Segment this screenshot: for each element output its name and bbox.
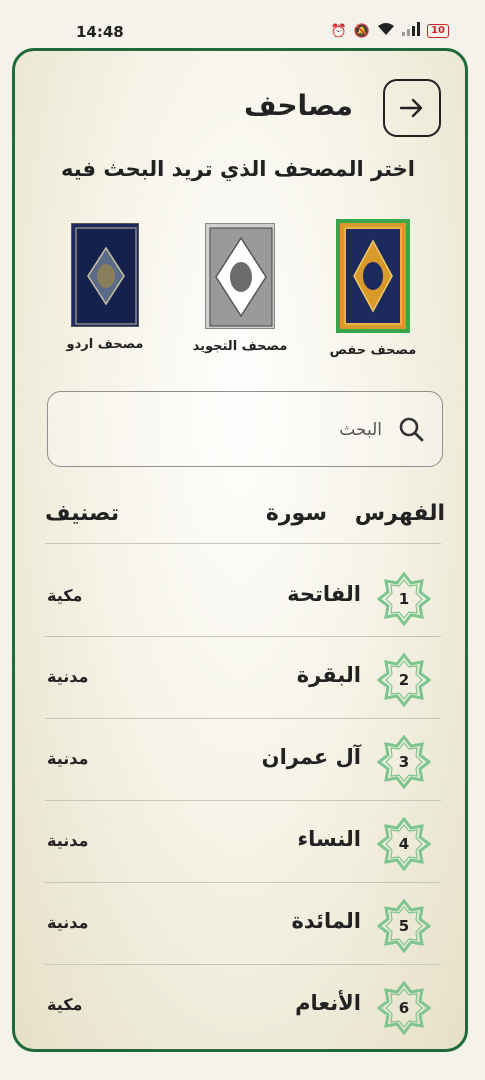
- page-subtitle: اختر المصحف الذي تريد البحث فيه: [60, 157, 415, 181]
- arrow-right-icon: [399, 98, 423, 118]
- table-row[interactable]: 4 النساء مدنية: [45, 799, 441, 881]
- battery-icon: 10: [427, 24, 449, 38]
- column-surah: سورة: [265, 501, 327, 526]
- column-index: الفهرس: [354, 501, 445, 526]
- surah-number: 5: [398, 917, 410, 935]
- surah-number: 6: [398, 999, 410, 1017]
- status-time: 14:48: [76, 23, 124, 41]
- surah-type: مكية: [47, 586, 83, 605]
- surah-number: 4: [398, 835, 410, 853]
- surah-name: الفاتحة: [287, 582, 361, 606]
- signal-icon: [402, 22, 421, 40]
- surah-number: 2: [398, 671, 410, 689]
- book-tajweed[interactable]: مصحف التجويد: [185, 223, 295, 354]
- table-row[interactable]: 5 المائدة مدنية: [45, 881, 441, 963]
- surah-name: النساء: [297, 827, 361, 851]
- alarm-icon: ⏰: [330, 23, 347, 39]
- book-cover-tajweed: [205, 223, 275, 329]
- table-row[interactable]: 1 الفاتحة مكية: [45, 554, 441, 636]
- surah-type: مدنية: [47, 749, 89, 768]
- surah-type: مدنية: [47, 667, 89, 686]
- surah-type: مدنية: [47, 831, 89, 850]
- book-urdu[interactable]: مصحف اردو: [55, 223, 155, 352]
- surah-name: الأنعام: [295, 991, 361, 1015]
- surah-name: البقرة: [296, 663, 361, 687]
- book-label: مصحف حفص: [329, 343, 417, 358]
- book-cover-urdu: [71, 223, 139, 327]
- column-type: تصنيف: [45, 501, 120, 526]
- book-hafs[interactable]: مصحف حفص: [323, 219, 423, 358]
- status-icons: ⏰ 🔕 10: [331, 22, 449, 40]
- divider: [45, 543, 441, 544]
- surah-name: آل عمران: [261, 745, 361, 769]
- surah-type: مدنية: [47, 913, 89, 932]
- table-row[interactable]: 2 البقرة مدنية: [45, 635, 441, 717]
- wifi-icon: [377, 22, 395, 40]
- mute-icon: 🔕: [353, 23, 371, 39]
- main-card: مصاحف اختر المصحف الذي تريد البحث فيه مص…: [12, 48, 468, 1052]
- book-cover-hafs: [336, 219, 410, 333]
- back-button[interactable]: [383, 79, 441, 137]
- page-title: مصاحف: [244, 89, 353, 122]
- surah-name: المائدة: [291, 909, 361, 933]
- table-header: الفهرس سورة تصنيف: [45, 501, 445, 541]
- search-box[interactable]: [47, 391, 443, 467]
- search-icon: [398, 416, 424, 446]
- surah-number: 3: [398, 753, 410, 771]
- status-bar: 14:48 ⏰ 🔕 10: [0, 0, 485, 46]
- surah-type: مكية: [47, 995, 83, 1014]
- table-row[interactable]: 3 آل عمران مدنية: [45, 717, 441, 799]
- surah-number: 1: [398, 590, 410, 608]
- book-label: مصحف اردو: [66, 337, 144, 352]
- table-row[interactable]: 6 الأنعام مكية: [45, 963, 441, 1045]
- book-label: مصحف التجويد: [192, 339, 288, 354]
- search-input[interactable]: [80, 414, 384, 446]
